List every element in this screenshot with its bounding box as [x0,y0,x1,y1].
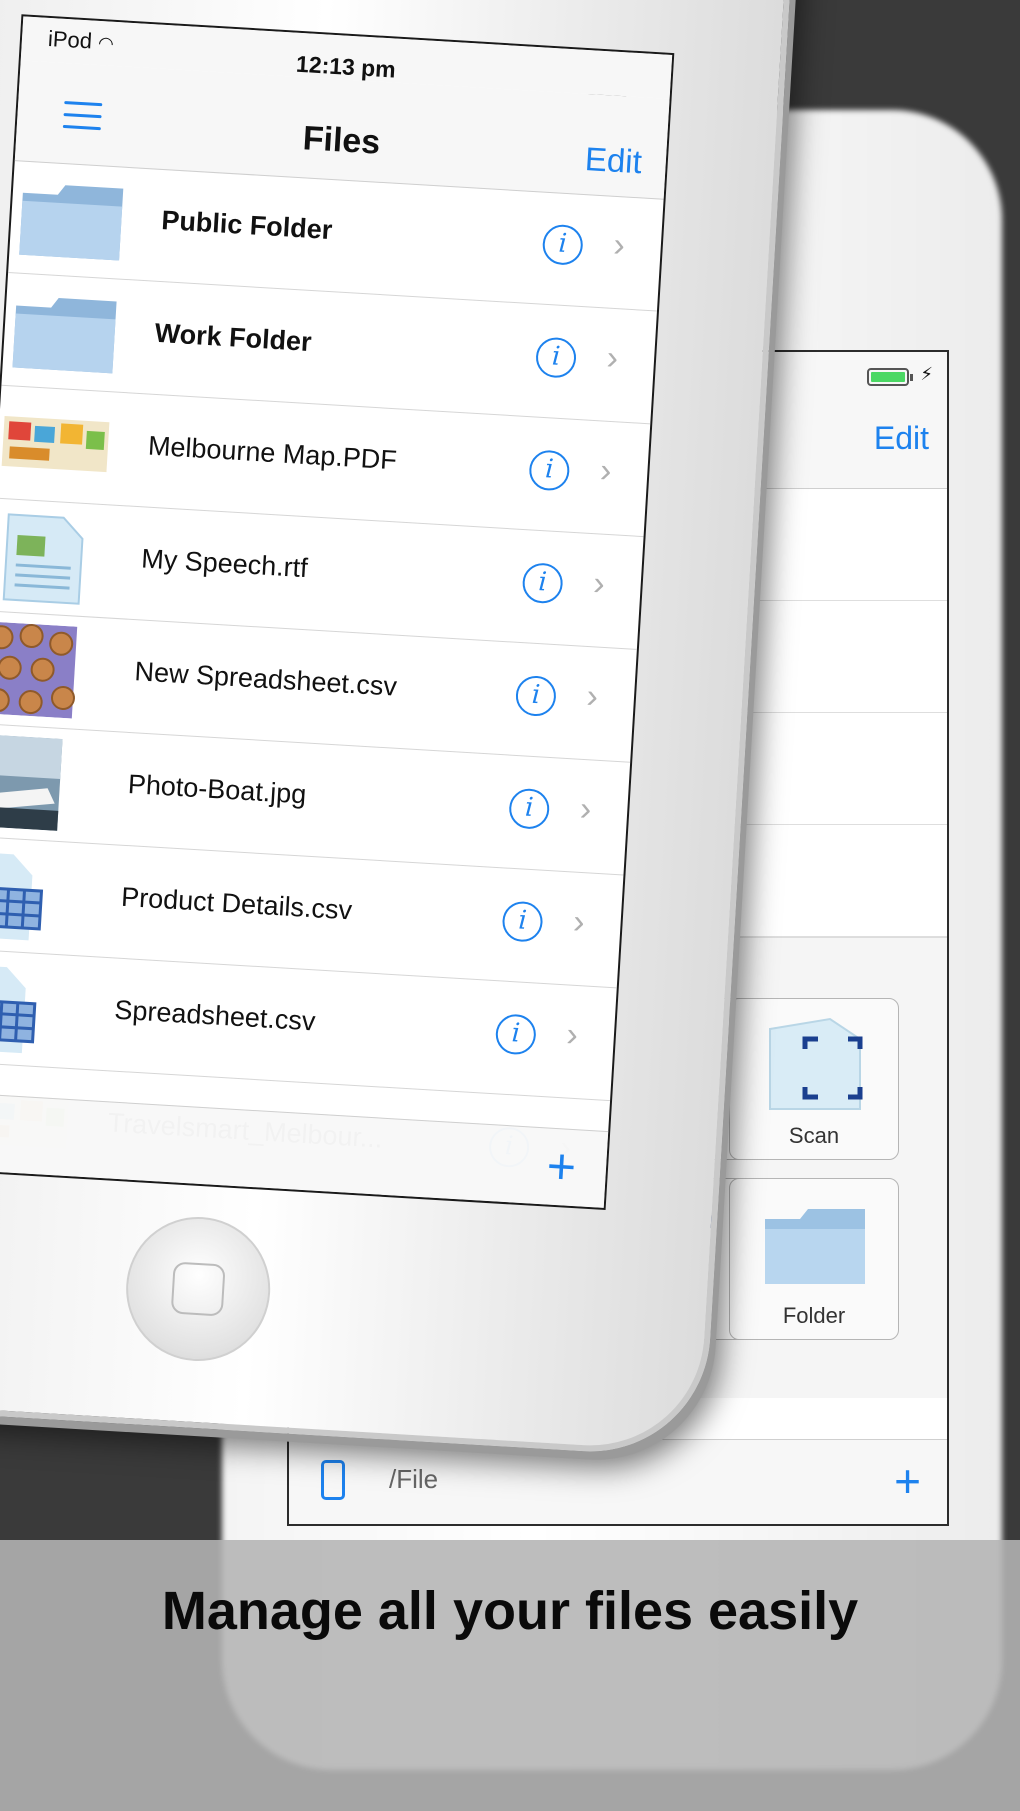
file-thumbnail-icon [9,170,134,269]
file-name: My Speech.rtf [140,543,309,584]
file-thumbnail-icon [0,509,114,608]
chevron-right-icon: › [598,451,613,491]
chevron-right-icon: › [565,1015,580,1055]
info-icon[interactable]: i [528,449,571,492]
chevron-right-icon: › [572,902,586,942]
chevron-right-icon: › [592,564,606,603]
current-path: /File [389,1464,439,1494]
chevron-right-icon: › [578,789,593,829]
file-name: Product Details.csv [120,881,353,926]
add-button[interactable]: + [894,1454,921,1508]
tile-label: Folder [782,1303,846,1328]
caption-band: Manage all your files easily [0,1540,1020,1811]
file-thumbnail-icon [0,847,94,946]
file-thumbnail-icon [0,396,121,495]
info-icon[interactable]: i [534,336,578,379]
chevron-right-icon: › [605,338,620,378]
file-thumbnail-icon [0,621,107,720]
home-button[interactable] [122,1212,275,1366]
new-folder-tile[interactable]: Folder [729,1178,899,1340]
edit-button[interactable]: Edit [584,140,643,181]
file-thumbnail-icon [0,960,87,1059]
battery-icon [867,368,913,386]
marketing-caption: Manage all your files easily [161,1581,859,1641]
scan-icon [769,1017,863,1110]
device-icon[interactable] [321,1460,345,1500]
file-name: New Spreadsheet.csv [133,656,398,702]
info-icon[interactable]: i [508,787,551,830]
charging-icon: ⚡ [920,364,933,384]
foreground-device: iPod ◠ 12:13 pm ⚡ Files Edit Public Fold… [0,0,799,1459]
add-button[interactable]: + [545,1137,578,1197]
info-icon[interactable]: i [541,223,584,266]
info-icon[interactable]: i [494,1013,537,1056]
bottom-toolbar: /File + [289,1439,947,1524]
chevron-right-icon: › [612,225,626,265]
file-name: Photo-Boat.jpg [127,769,308,810]
file-name: Public Folder [160,204,334,246]
file-name: Work Folder [153,317,313,358]
folder-icon [765,1209,865,1284]
edit-button[interactable]: Edit [874,420,929,457]
tile-label: Scan [788,1123,840,1148]
file-name: Melbourne Map.PDF [147,430,398,476]
file-thumbnail-icon [2,283,127,382]
info-icon[interactable]: i [514,674,558,718]
chevron-right-icon: › [585,677,600,716]
file-list: Public Folder i › Work Folder i › Melbourne Ma… [0,160,664,1211]
scan-tile[interactable]: Scan [729,998,899,1160]
files-screen: iPod ◠ 12:13 pm ⚡ Files Edit Public Fold… [0,14,675,1211]
info-icon[interactable]: i [521,562,564,605]
file-name: Spreadsheet.csv [113,994,317,1037]
info-icon[interactable]: i [501,900,544,943]
file-thumbnail-icon [0,734,100,833]
